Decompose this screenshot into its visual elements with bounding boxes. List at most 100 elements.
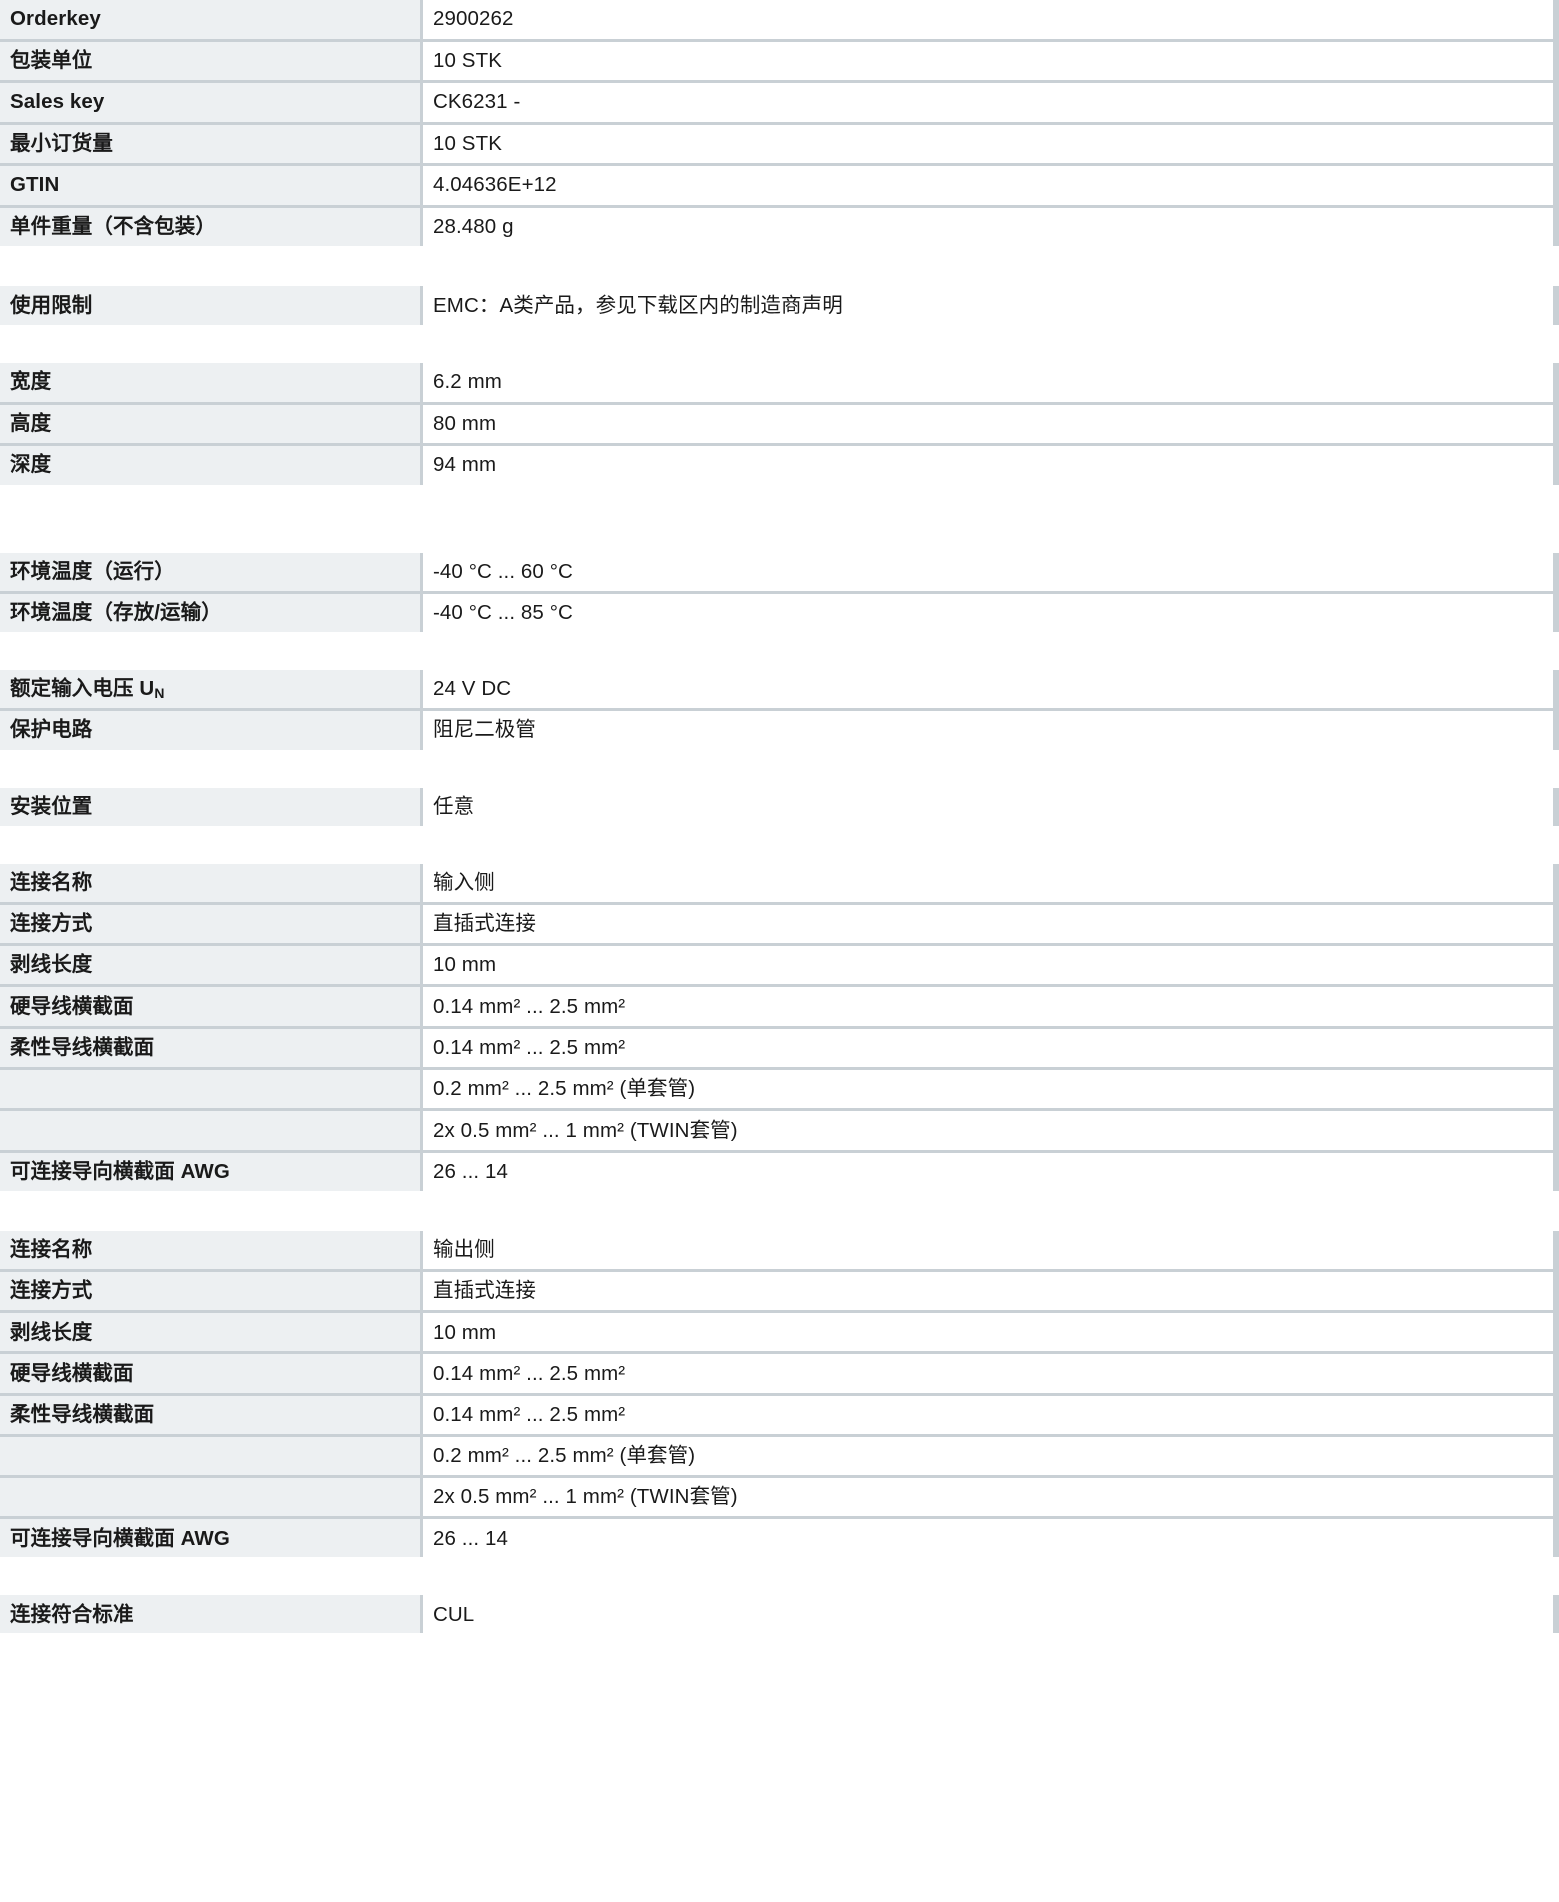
row-value: 94 mm	[423, 446, 1553, 485]
table-row: 硬导线横截面 0.14 mm² ... 2.5 mm²	[0, 1354, 1559, 1396]
row-value: 输出侧	[423, 1230, 1553, 1270]
row-label: 安装位置	[0, 787, 420, 826]
table-row: 连接方式 直插式连接	[0, 904, 1559, 947]
row-label: 使用限制	[0, 286, 420, 325]
row-value: 任意	[423, 787, 1553, 826]
table-row: 包装单位 10 STK	[0, 41, 1559, 83]
table-row: 安装位置 任意	[0, 787, 1559, 826]
table-row: 2x 0.5 mm² ... 1 mm² (TWIN套管)	[0, 1111, 1559, 1153]
table-row: Sales key CK6231 -	[0, 83, 1559, 125]
row-label: 剥线长度	[0, 1313, 420, 1352]
row-label: 柔性导线横截面	[0, 1395, 420, 1434]
row-value: 0.2 mm² ... 2.5 mm² (单套管)	[423, 1436, 1553, 1475]
table-row: 最小订货量 10 STK	[0, 124, 1559, 166]
row-label: 硬导线横截面	[0, 1354, 420, 1393]
table-row: 剥线长度 10 mm	[0, 1313, 1559, 1355]
table-row: 0.2 mm² ... 2.5 mm² (单套管)	[0, 1436, 1559, 1478]
row-value: 阻尼二极管	[423, 711, 1553, 750]
row-label: 宽度	[0, 363, 420, 402]
row-label: GTIN	[0, 166, 420, 205]
row-label	[0, 1478, 420, 1517]
section-connection-output-side: 连接名称 输出侧 连接方式 直插式连接 剥线长度 10 mm 硬导线横截面 0.14 mm² …	[0, 1230, 1559, 1558]
section-input-data: 额定输入电压 U N 24 V DC 保护电路 阻尼二极管	[0, 669, 1559, 750]
section-connection-input-side: 连接名称 输入侧 连接方式 直插式连接 剥线长度 10 mm 硬导线横截面 0.14 mm² …	[0, 863, 1559, 1191]
table-row: 环境温度（运行） -40 °C ... 60 °C	[0, 552, 1559, 594]
row-value: 4.04636E+12	[423, 166, 1553, 205]
table-row: 硬导线横截面 0.14 mm² ... 2.5 mm²	[0, 987, 1559, 1029]
row-value: 直插式连接	[423, 904, 1553, 944]
table-row: 0.2 mm² ... 2.5 mm² (单套管)	[0, 1069, 1559, 1112]
section-spacer	[0, 325, 1559, 363]
table-row: 可连接导向横截面 AWG 26 ... 14	[0, 1519, 1559, 1558]
section-spacer	[0, 246, 1559, 286]
row-label: 包装单位	[0, 41, 420, 80]
row-label: 保护电路	[0, 711, 420, 750]
row-label: 连接方式	[0, 904, 420, 944]
table-row: 连接名称 输出侧	[0, 1230, 1559, 1273]
row-label: 可连接导向横截面 AWG	[0, 1152, 420, 1191]
row-value: 80 mm	[423, 404, 1553, 443]
section-spacer	[0, 749, 1559, 788]
spec-table: Orderkey 2900262 包装单位 10 STK Sales key CK6231…	[0, 0, 1559, 1634]
row-label	[0, 1436, 420, 1475]
row-label: 单件重量（不含包装）	[0, 207, 420, 246]
row-label: 环境温度（存放/运输）	[0, 593, 420, 632]
row-label: 可连接导向横截面 AWG	[0, 1519, 420, 1558]
row-label: 剥线长度	[0, 946, 420, 985]
row-value: 0.14 mm² ... 2.5 mm²	[423, 1028, 1553, 1067]
row-label	[0, 1111, 420, 1150]
row-value: 26 ... 14	[423, 1519, 1553, 1558]
row-label: 环境温度（运行）	[0, 552, 420, 591]
section-spacer	[0, 1557, 1559, 1596]
row-value: 2x 0.5 mm² ... 1 mm² (TWIN套管)	[423, 1111, 1553, 1150]
table-row: 剥线长度 10 mm	[0, 946, 1559, 988]
row-label: Orderkey	[0, 0, 420, 39]
row-value: 10 STK	[423, 124, 1553, 163]
section-standards: 连接符合标准 CUL	[0, 1595, 1559, 1634]
table-row: GTIN 4.04636E+12	[0, 166, 1559, 208]
row-value: 输入侧	[423, 863, 1553, 902]
table-row: 使用限制 EMC：A类产品，参见下载区内的制造商声明	[0, 286, 1559, 325]
table-row: 可连接导向横截面 AWG 26 ... 14	[0, 1152, 1559, 1191]
table-row: 连接符合标准 CUL	[0, 1595, 1559, 1634]
row-value: CK6231 -	[423, 83, 1553, 122]
row-label: 高度	[0, 404, 420, 443]
row-value: 2x 0.5 mm² ... 1 mm² (TWIN套管)	[423, 1478, 1553, 1517]
row-value: -40 °C ... 85 °C	[423, 593, 1553, 632]
row-value: 10 mm	[423, 1313, 1553, 1352]
section-ambient-conditions: 环境温度（运行） -40 °C ... 60 °C 环境温度（存放/运输） -40 °…	[0, 552, 1559, 632]
table-row: 连接名称 输入侧	[0, 863, 1559, 905]
row-label: 连接名称	[0, 1230, 420, 1270]
section-mounting: 安装位置 任意	[0, 787, 1559, 826]
section-spacer	[0, 825, 1559, 864]
row-label: 硬导线横截面	[0, 987, 420, 1026]
row-value: 28.480 g	[423, 207, 1553, 246]
section-commercial-data: Orderkey 2900262 包装单位 10 STK Sales key CK6231…	[0, 0, 1559, 246]
row-value: 2900262	[423, 0, 1553, 39]
row-label: 深度	[0, 446, 420, 485]
row-label: Sales key	[0, 83, 420, 122]
section-spacer	[0, 1190, 1559, 1231]
row-label: 最小订货量	[0, 124, 420, 163]
row-value: 10 mm	[423, 946, 1553, 985]
row-value: CUL	[423, 1595, 1553, 1634]
row-value: -40 °C ... 60 °C	[423, 552, 1553, 591]
row-label	[0, 1069, 420, 1109]
table-row: 宽度 6.2 mm	[0, 363, 1559, 405]
row-value: 0.14 mm² ... 2.5 mm²	[423, 1395, 1553, 1434]
table-row: 单件重量（不含包装） 28.480 g	[0, 207, 1559, 246]
row-value: 直插式连接	[423, 1272, 1553, 1311]
table-row: Orderkey 2900262	[0, 0, 1559, 42]
row-label: 连接符合标准	[0, 1595, 420, 1634]
row-value: 24 V DC	[423, 669, 1553, 708]
table-row: 柔性导线横截面 0.14 mm² ... 2.5 mm²	[0, 1028, 1559, 1070]
row-value: 26 ... 14	[423, 1152, 1553, 1191]
table-row: 柔性导线横截面 0.14 mm² ... 2.5 mm²	[0, 1395, 1559, 1437]
section-dimensions: 宽度 6.2 mm 高度 80 mm 深度 94 mm	[0, 363, 1559, 485]
row-value: 6.2 mm	[423, 363, 1553, 402]
row-value: 0.14 mm² ... 2.5 mm²	[423, 987, 1553, 1026]
row-label: 连接方式	[0, 1272, 420, 1311]
row-label: 连接名称	[0, 863, 420, 902]
table-row: 高度 80 mm	[0, 404, 1559, 446]
section-spacer	[0, 631, 1559, 670]
